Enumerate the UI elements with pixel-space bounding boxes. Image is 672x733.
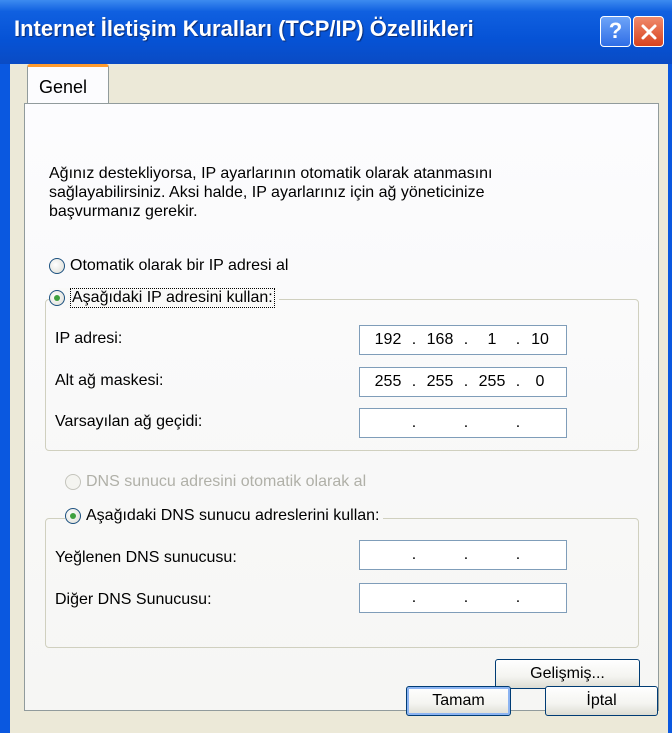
- ip-dot: .: [411, 331, 417, 348]
- alternate-dns-input[interactable]: . . .: [359, 583, 567, 613]
- radio-manual-ip[interactable]: [49, 290, 65, 306]
- radio-manual-dns[interactable]: [65, 508, 81, 524]
- ip-dot: .: [411, 546, 417, 563]
- radio-manual-dns-row[interactable]: Aşağıdaki DNS sunucu adreslerini kullan:: [65, 507, 384, 525]
- mask-octet-2[interactable]: 255: [420, 373, 460, 391]
- ip-dot: .: [411, 589, 417, 606]
- close-button[interactable]: [633, 16, 664, 47]
- radio-auto-ip-row[interactable]: Otomatik olarak bir IP adresi al: [49, 257, 288, 275]
- cancel-button[interactable]: İptal: [545, 686, 658, 716]
- tab-panel-genel: Ağınız destekliyorsa, IP ayarlarının oto…: [24, 103, 659, 711]
- radio-auto-ip[interactable]: [49, 258, 65, 274]
- ip-address-label: IP adresi:: [55, 330, 123, 347]
- ip-dot: .: [515, 589, 521, 606]
- advanced-button[interactable]: Gelişmiş...: [495, 659, 640, 689]
- ip-dot: .: [411, 373, 417, 390]
- preferred-dns-label: Yeğlenen DNS sunucusu:: [55, 549, 237, 566]
- radio-auto-ip-label[interactable]: Otomatik olarak bir IP adresi al: [70, 257, 288, 275]
- dialog-window: Internet İletişim Kuralları (TCP/IP) Öze…: [0, 0, 672, 733]
- mask-octet-1[interactable]: 255: [368, 373, 408, 391]
- ip-octet-2[interactable]: 168: [420, 331, 460, 349]
- mask-octet-3[interactable]: 255: [472, 373, 512, 391]
- ok-button[interactable]: Tamam: [406, 686, 511, 716]
- ip-dot: .: [463, 331, 469, 348]
- ip-dot: .: [411, 414, 417, 431]
- ip-dot: .: [463, 373, 469, 390]
- ip-dot: .: [515, 546, 521, 563]
- default-gateway-label: Varsayılan ağ geçidi:: [55, 413, 203, 430]
- title-bar[interactable]: Internet İletişim Kuralları (TCP/IP) Öze…: [0, 0, 672, 64]
- radio-manual-ip-label[interactable]: Aşağıdaki IP adresini kullan:: [70, 288, 275, 308]
- ip-dot: .: [515, 414, 521, 431]
- help-button[interactable]: ?: [600, 16, 631, 47]
- radio-manual-dns-label[interactable]: Aşağıdaki DNS sunucu adreslerini kullan:: [86, 507, 379, 525]
- alternate-dns-label: Diğer DNS Sunucusu:: [55, 591, 212, 608]
- ip-dot: .: [463, 414, 469, 431]
- mask-octet-4[interactable]: 0: [520, 373, 560, 391]
- ip-octet-3[interactable]: 1: [472, 331, 512, 349]
- radio-manual-ip-row[interactable]: Aşağıdaki IP adresini kullan:: [49, 288, 279, 308]
- radio-auto-dns-label: DNS sunucu adresini otomatik olarak al: [86, 473, 367, 490]
- close-icon: [641, 24, 657, 40]
- subnet-mask-label: Alt ağ maskesi:: [55, 372, 164, 389]
- ip-dot: .: [463, 546, 469, 563]
- subnet-mask-input[interactable]: 255 . 255 . 255 . 0: [359, 367, 567, 397]
- default-gateway-input[interactable]: . . .: [359, 408, 567, 438]
- radio-auto-dns-row: DNS sunucu adresini otomatik olarak al: [65, 473, 366, 491]
- ip-dot: .: [463, 589, 469, 606]
- preferred-dns-input[interactable]: . . .: [359, 540, 567, 570]
- ip-octet-4[interactable]: 10: [520, 331, 560, 349]
- dialog-client-area: Genel Ağınız destekliyorsa, IP ayarların…: [10, 64, 668, 733]
- tab-genel[interactable]: Genel: [27, 64, 109, 104]
- description-text: Ağınız destekliyorsa, IP ayarlarının oto…: [49, 165, 493, 220]
- ip-octet-1[interactable]: 192: [368, 331, 408, 349]
- radio-auto-dns: [65, 474, 81, 490]
- ip-address-input[interactable]: 192 . 168 . 1 . 10: [359, 325, 567, 355]
- window-title: Internet İletişim Kuralları (TCP/IP) Öze…: [14, 16, 474, 41]
